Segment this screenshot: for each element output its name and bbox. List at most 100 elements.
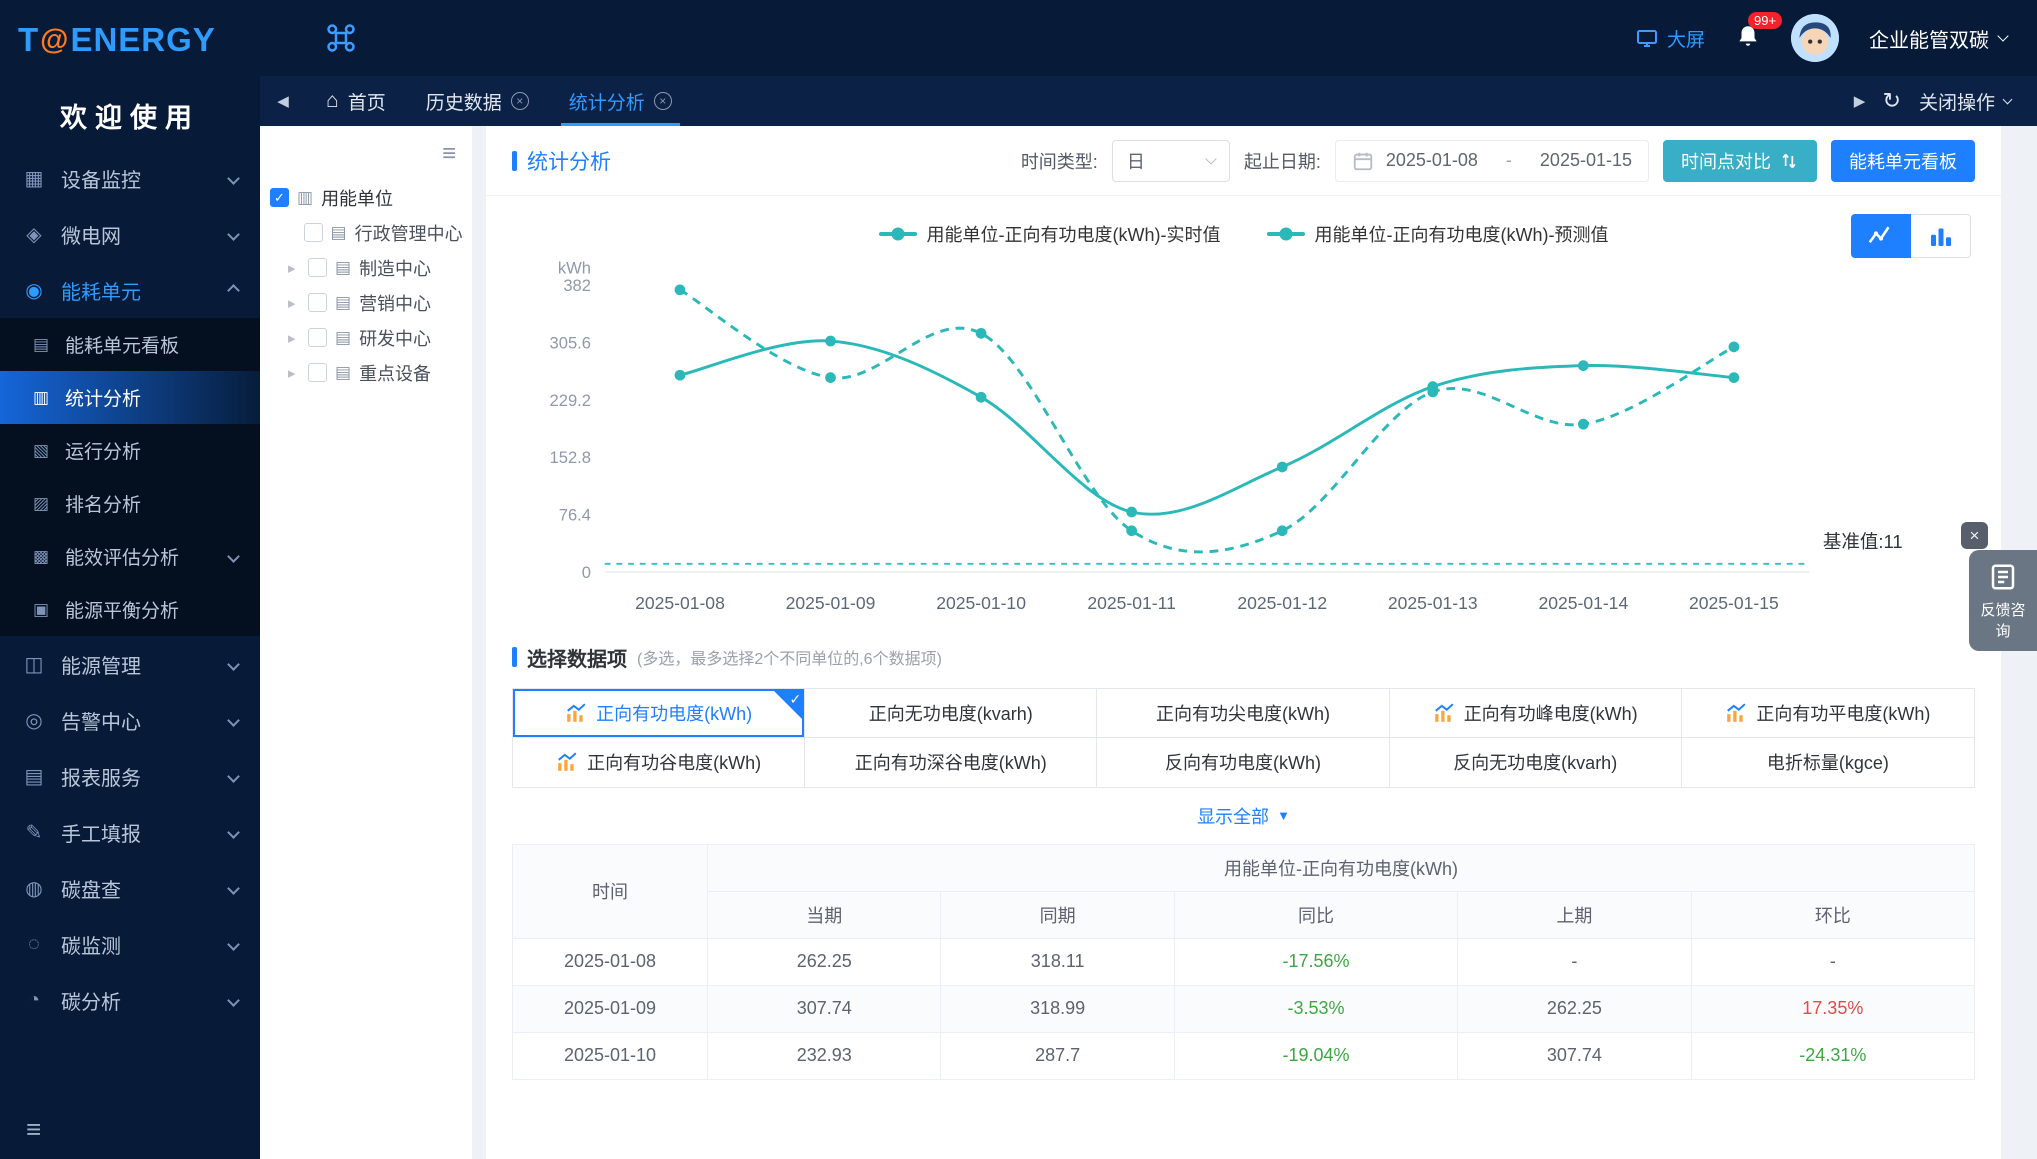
legend-marker-icon (1266, 227, 1305, 241)
statistics-line-chart[interactable]: 0 76.4 152.8 229.2 305.6 382kWh 2025-01-08 2025… (512, 258, 1975, 621)
carbon-check-icon: ◍ (25, 877, 43, 900)
data-item-button[interactable]: 正向有功深谷电度(kWh) (805, 737, 1098, 787)
sidebar-item[interactable]: ◔ 碳分析 (0, 972, 260, 1028)
mini-chart-icon (567, 703, 586, 722)
checkbox-unchecked[interactable] (308, 328, 327, 347)
dashboard-icon: ▤ (32, 334, 50, 354)
sidebar-subitem[interactable]: ▤ 能耗单元看板 (0, 318, 260, 371)
welcome-text: 欢迎使用 (60, 102, 200, 133)
date-range-picker[interactable]: 2025-01-08 - 2025-01-15 (1334, 139, 1649, 182)
data-item-button[interactable]: 正向有功尖电度(kWh) (1097, 688, 1390, 738)
legend-item[interactable]: 用能单位-正向有功电度(kWh)-实时值 (878, 221, 1221, 247)
data-item-button[interactable]: 正向无功电度(kvarh) (805, 688, 1098, 738)
date-end[interactable]: 2025-01-15 (1540, 150, 1632, 171)
tree-node-root[interactable]: ✓ ▥ 用能单位 (270, 180, 462, 215)
checkbox-unchecked[interactable] (308, 363, 327, 382)
account-menu[interactable]: 企业能管双碳 (1869, 24, 2009, 53)
selected-corner: ✓ (772, 688, 805, 721)
tree-collapse-icon[interactable]: ≡ (442, 140, 456, 168)
data-item-button[interactable]: 反向无功电度(kvarh) (1389, 737, 1682, 787)
sidebar-item[interactable]: ◈ 微电网 (0, 206, 260, 262)
sidebar-item[interactable]: ✎ 手工填报 (0, 804, 260, 860)
energy-unit-icon: ◉ (25, 279, 43, 302)
time-point-compare-button[interactable]: 时间点对比 (1663, 139, 1817, 182)
layers-icon: ▤ (330, 222, 347, 242)
mini-chart-icon (558, 752, 577, 772)
sidebar-item[interactable]: ▦ 设备监控 (0, 150, 260, 206)
caret-right-icon[interactable]: ▸ (288, 329, 300, 347)
chevron-down-icon (2002, 94, 2013, 105)
avatar[interactable] (1791, 14, 1839, 62)
date-range-label: 起止日期: (1243, 151, 1321, 172)
sidebar-subitem[interactable]: ▨ 排名分析 (0, 477, 260, 530)
svg-text:2025-01-12: 2025-01-12 (1237, 593, 1327, 613)
microgrid-icon: ◈ (26, 223, 42, 246)
close-operations-dropdown[interactable]: 关闭操作 (1919, 88, 2013, 115)
show-all-toggle[interactable]: 显示全部 ▼ (1197, 803, 1290, 829)
data-item-button[interactable]: 正向有功峰电度(kWh) (1389, 688, 1682, 738)
data-select-title: 选择数据项 (527, 648, 627, 671)
tree-node[interactable]: ▸ ▤ 重点设备 (270, 355, 462, 390)
tab-home[interactable]: ⌂ 首页 (306, 76, 406, 126)
time-type-select[interactable]: 日 (1111, 139, 1230, 182)
tree-node[interactable]: ▸ ▤ 研发中心 (270, 320, 462, 355)
apps-icon[interactable] (326, 23, 356, 53)
svg-text:2025-01-15: 2025-01-15 (1689, 593, 1779, 613)
notifications-button[interactable]: 99+ (1735, 11, 1783, 54)
sidebar-item[interactable]: ◍ 碳盘查 (0, 860, 260, 916)
col-subheader: 同期 (940, 890, 1175, 939)
checkbox-unchecked[interactable] (303, 223, 323, 242)
refresh-button[interactable]: ↻ (1883, 88, 1901, 114)
checkbox-checked[interactable]: ✓ (270, 188, 289, 207)
sidebar-item[interactable]: ◉ 能耗单元 (0, 262, 260, 318)
feedback-close-button[interactable]: × (1961, 522, 1988, 549)
feedback-button[interactable]: 反馈咨询 (1969, 550, 2037, 651)
cell-time: 2025-01-09 (512, 984, 708, 1033)
date-start[interactable]: 2025-01-08 (1386, 150, 1478, 171)
carbon-monitor-icon: ◌ (28, 932, 40, 955)
sidebar-subitem[interactable]: ▥ 统计分析 (0, 371, 260, 424)
checkbox-unchecked[interactable] (308, 258, 327, 277)
checkbox-unchecked[interactable] (308, 293, 327, 312)
tree-node[interactable]: ▸ ▤ 营销中心 (270, 285, 462, 320)
app-logo: T @ ENERGY (0, 0, 260, 80)
tab[interactable]: 统计分析 × (549, 76, 692, 126)
sidebar-subitem[interactable]: ▣ 能源平衡分析 (0, 583, 260, 636)
sidebar-item[interactable]: ▤ 报表服务 (0, 748, 260, 804)
data-item-button[interactable]: 电折标量(kgce) (1681, 737, 1974, 787)
sidebar-item[interactable]: ◎ 告警中心 (0, 692, 260, 748)
tree-node[interactable]: ▸ ▤ 行政管理中心 (270, 215, 463, 250)
data-item-button[interactable]: 正向有功平电度(kWh) (1681, 688, 1974, 738)
tabs-scroll-right-button[interactable]: ▶ (1837, 76, 1883, 126)
legend-item[interactable]: 用能单位-正向有功电度(kWh)-预测值 (1266, 221, 1608, 247)
org-tree-panel: ≡ ✓ ▥ 用能单位 ▸ ▤ 行政管理中心 ▸ ▤ 制造中心 ▸ ▤ 营销中心 … (260, 126, 472, 1159)
svg-text:305.6: 305.6 (550, 334, 592, 353)
data-item-button[interactable]: 反向有功电度(kWh) (1097, 737, 1390, 787)
caret-right-icon[interactable]: ▸ (288, 294, 300, 312)
col-header-time: 时间 (512, 843, 708, 939)
svg-text:229.2: 229.2 (550, 391, 592, 410)
hamburger-icon: ≡ (26, 1113, 42, 1144)
bar-chart-button[interactable] (1911, 214, 1971, 258)
tab-close-icon[interactable]: × (510, 92, 529, 110)
caret-right-icon[interactable]: ▸ (288, 259, 300, 277)
big-screen-button[interactable]: 大屏 (1635, 25, 1705, 52)
tab[interactable]: 历史数据 × (406, 76, 549, 126)
sidebar-item[interactable]: ◌ 碳监测 (0, 916, 260, 972)
content-area: ≡ ✓ ▥ 用能单位 ▸ ▤ 行政管理中心 ▸ ▤ 制造中心 ▸ ▤ 营销中心 … (260, 126, 2037, 1159)
energy-unit-board-button[interactable]: 能耗单元看板 (1831, 139, 1975, 182)
tabs-scroll-left-button[interactable]: ◀ (260, 76, 306, 126)
tree-node[interactable]: ▸ ▤ 制造中心 (270, 250, 462, 285)
sidebar-subitem[interactable]: ▩ 能效评估分析 (0, 530, 260, 583)
sidebar-item[interactable]: ◫ 能源管理 (0, 636, 260, 692)
tab-close-icon[interactable]: × (653, 92, 672, 110)
sidebar-collapse-button[interactable]: ≡ (0, 1099, 260, 1159)
cell-value: -19.04% (1173, 1031, 1459, 1080)
line-chart-button[interactable] (1851, 214, 1911, 258)
data-select-header: 选择数据项 (多选，最多选择2个不同单位的,6个数据项) (512, 643, 1975, 672)
data-item-button[interactable]: 正向有功谷电度(kWh) (513, 737, 806, 787)
data-item-button[interactable]: 正向有功电度(kWh) ✓ (513, 688, 806, 738)
caret-right-icon[interactable]: ▸ (288, 364, 300, 382)
cell-value: 318.99 (940, 984, 1175, 1033)
sidebar-subitem[interactable]: ▧ 运行分析 (0, 424, 260, 477)
